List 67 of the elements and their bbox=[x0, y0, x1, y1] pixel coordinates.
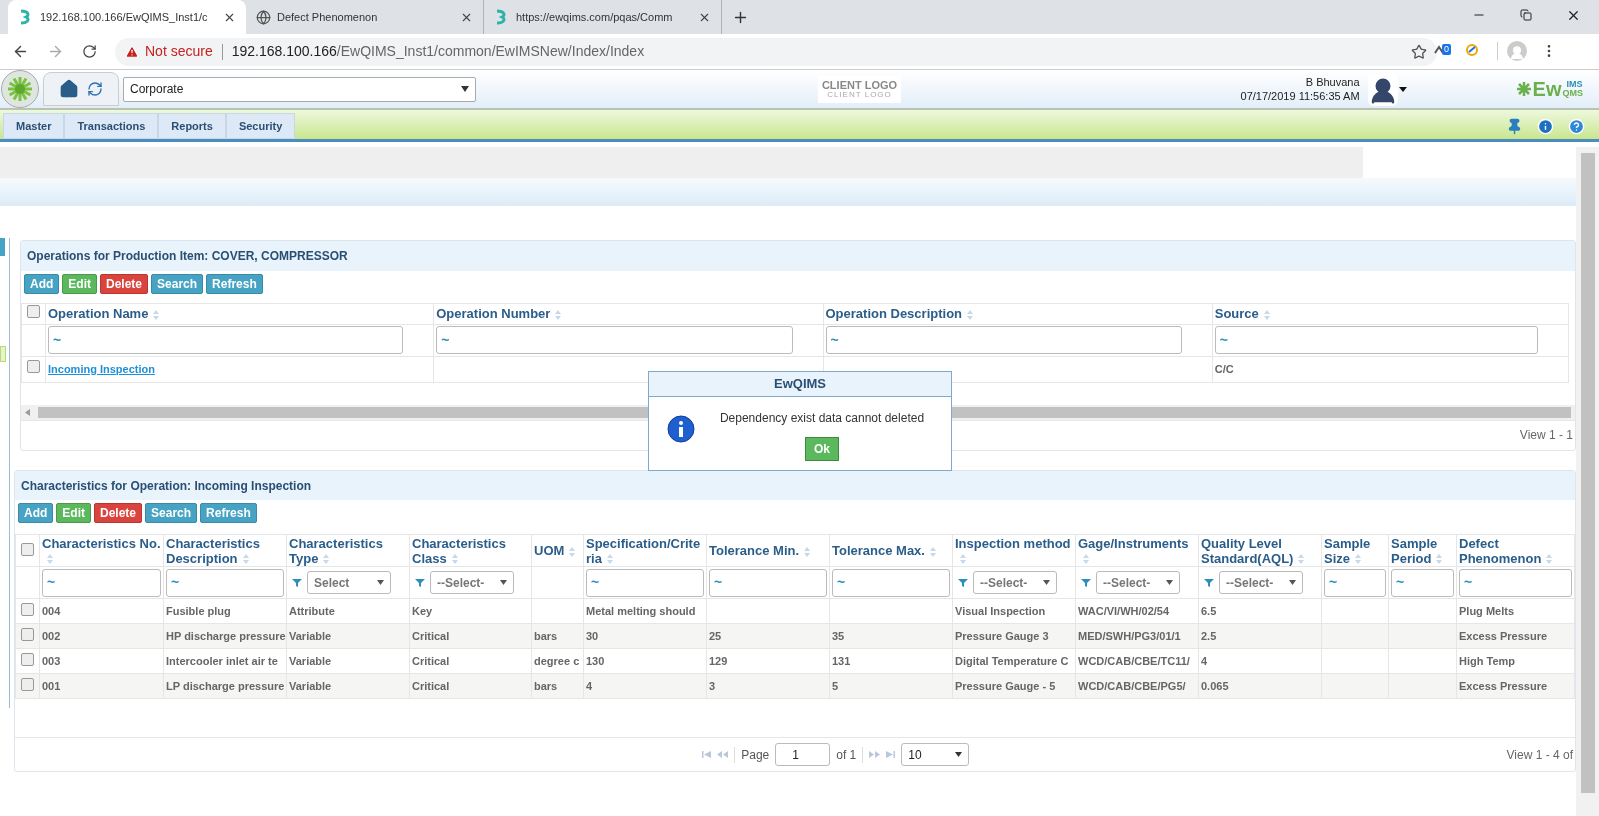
table-cell: MED/SWH/PG3/01/1 bbox=[1078, 629, 1181, 642]
table-cell: Plug Melts bbox=[1459, 604, 1514, 617]
table-cell: 25 bbox=[709, 629, 722, 642]
table-cell: Digital Temperature C bbox=[955, 654, 1069, 667]
table-cell: 3 bbox=[709, 679, 716, 692]
tab-title: https://ewqims.com/pqas/Comm bbox=[516, 9, 674, 25]
table-cell: 6.5 bbox=[1201, 604, 1217, 617]
panel-header: Operations for Production Item: COVER, COMPRESSOR bbox=[21, 241, 1575, 271]
extension-badge: 0 bbox=[1442, 44, 1451, 55]
table-cell: Pressure Gauge - 5 bbox=[955, 679, 1056, 692]
table-cell: Key bbox=[412, 604, 433, 617]
table-cell: WAC/VI/WH/02/54 bbox=[1078, 604, 1170, 617]
table-cell: Metal melting should bbox=[586, 604, 696, 617]
table-cell: LP discharge pressure bbox=[166, 679, 285, 692]
dialog-message: Dependency exist data cannot deleted bbox=[719, 410, 925, 427]
table-cell: High Temp bbox=[1459, 654, 1515, 667]
table-cell: Fusible plug bbox=[166, 604, 231, 617]
table-cell: bars bbox=[534, 629, 558, 642]
records-count: View 1 - 1 bbox=[1519, 427, 1573, 445]
table-cell: Critical bbox=[412, 654, 450, 667]
table-cell: 0.065 bbox=[1201, 679, 1229, 692]
table-cell: Attribute bbox=[289, 604, 335, 617]
page-count: of 1 bbox=[836, 746, 857, 764]
tab-title: Defect Phenomenon bbox=[277, 9, 379, 25]
brand-subscript: QMS bbox=[1562, 89, 1583, 98]
table-cell: Excess Pressure bbox=[1459, 629, 1548, 642]
table-cell: 129 bbox=[709, 654, 728, 667]
table-cell: degree c bbox=[534, 654, 580, 667]
page-label: Page bbox=[741, 746, 770, 764]
table-cell: 5 bbox=[832, 679, 839, 692]
dialog-title: EwQIMS bbox=[649, 372, 951, 397]
table-cell: WCD/CAB/CBE/PG5/ bbox=[1078, 679, 1186, 692]
brand-text: Ew bbox=[1532, 79, 1562, 99]
table-cell: HP discharge pressure bbox=[166, 629, 286, 642]
table-cell: 004 bbox=[42, 604, 61, 617]
panel-header: Characteristics for Operation: Incoming Inspection bbox=[15, 471, 1575, 500]
table-cell: 2.5 bbox=[1201, 629, 1217, 642]
brand-superscript: IMS bbox=[1565, 80, 1583, 89]
table-cell: Visual Inspection bbox=[955, 604, 1046, 617]
table-cell: WCD/CAB/CBE/TC11/ bbox=[1078, 654, 1190, 667]
table-cell: 003 bbox=[42, 654, 61, 667]
records-count: View 1 - 4 of bbox=[1506, 746, 1574, 764]
table-cell: Pressure Gauge 3 bbox=[955, 629, 1049, 642]
tab-title: 192.168.100.166/EwQIMS_Inst1/c bbox=[40, 9, 209, 25]
table-cell: 4 bbox=[586, 679, 593, 692]
table-cell: Critical bbox=[412, 629, 450, 642]
client-logo-text: CLIENT LOGO bbox=[821, 79, 898, 91]
table-cell: 35 bbox=[832, 629, 845, 642]
table-cell: 4 bbox=[1201, 654, 1208, 667]
table-cell: C/C bbox=[1214, 362, 1234, 375]
security-label: Not secure bbox=[145, 42, 213, 61]
user-name: B Bhuvana bbox=[1305, 75, 1360, 89]
client-logo-subtext: CLIENT LOGO bbox=[827, 90, 892, 99]
table-cell: Variable bbox=[289, 629, 332, 642]
table-cell: Variable bbox=[289, 679, 332, 692]
login-datetime: 07/17/2019 11:56:35 AM bbox=[1240, 89, 1360, 103]
table-cell: bars bbox=[534, 679, 558, 692]
table-cell: 001 bbox=[42, 679, 61, 692]
table-cell: Critical bbox=[412, 679, 450, 692]
table-cell: Intercooler inlet air te bbox=[166, 654, 278, 667]
table-cell: 130 bbox=[586, 654, 605, 667]
table-cell: Variable bbox=[289, 654, 332, 667]
table-cell: 30 bbox=[586, 629, 599, 642]
table-cell: 131 bbox=[832, 654, 851, 667]
url-text: 192.168.100.166/EwQIMS_Inst1/common/EwIMSNew/Index/Index bbox=[231, 42, 645, 61]
table-cell: 002 bbox=[42, 629, 61, 642]
table-cell: Excess Pressure bbox=[1459, 679, 1548, 692]
